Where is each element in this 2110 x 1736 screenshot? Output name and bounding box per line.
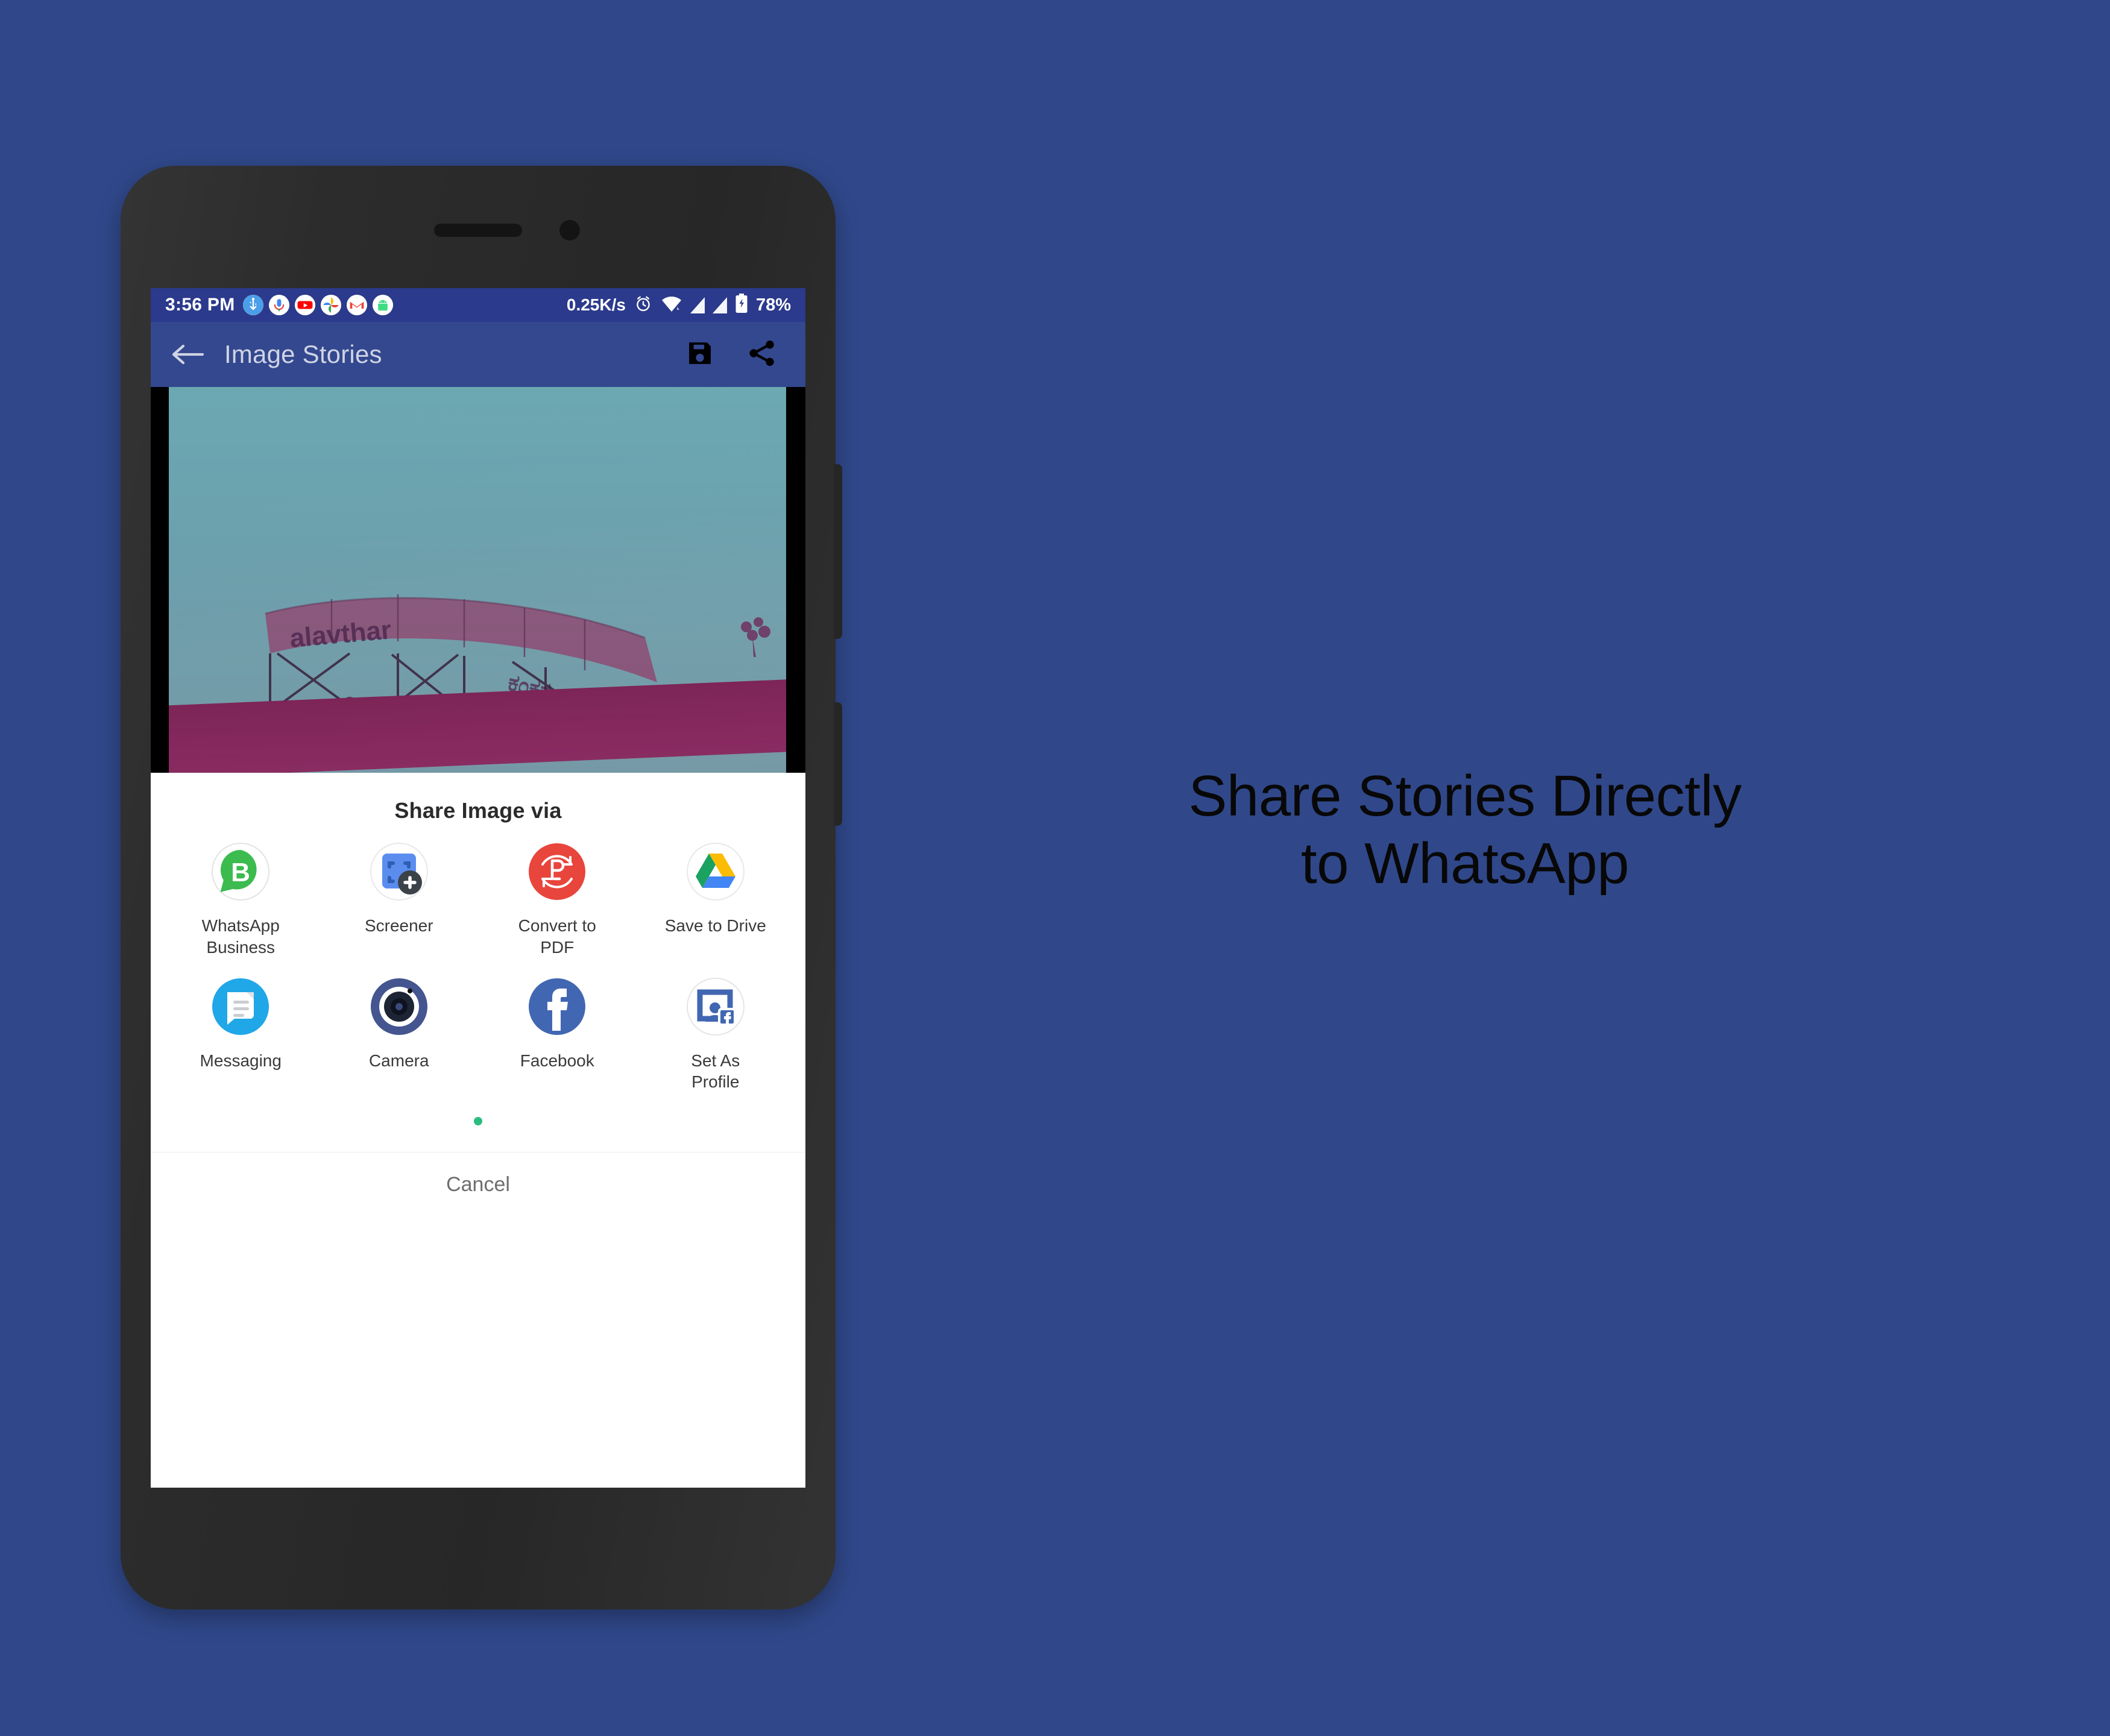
share-target-whatsapp-business[interactable]: B WhatsApp Business: [162, 840, 320, 958]
back-arrow-icon[interactable]: [169, 336, 206, 373]
youtube-icon: [295, 295, 316, 315]
earpiece-speaker: [434, 224, 522, 237]
battery-charging-icon: [735, 293, 748, 317]
status-notification-icons: [243, 295, 394, 315]
usb-icon: [243, 295, 264, 315]
app-bar: Image Stories: [151, 322, 805, 387]
share-target-label: Camera: [368, 1051, 429, 1070]
facebook-icon: [526, 975, 588, 1038]
status-time: 3:56 PM: [165, 295, 235, 315]
marketing-headline-line-1: Share Stories Directly: [1188, 764, 1742, 828]
page-dot-active[interactable]: [474, 1117, 482, 1126]
app-bar-actions: [685, 338, 787, 372]
camera-icon: [368, 975, 430, 1038]
save-floppy-icon[interactable]: [685, 338, 715, 371]
share-target-label: Convert to PDF: [518, 916, 596, 957]
set-as-profile-icon: [684, 975, 747, 1038]
share-target-facebook[interactable]: Facebook: [478, 975, 637, 1093]
share-target-set-as-profile[interactable]: Set As Profile: [637, 975, 795, 1093]
marketing-headline: Share Stories Directly to WhatsApp: [1061, 763, 1869, 898]
alarm-icon: [634, 294, 653, 316]
power-button[interactable]: [834, 702, 842, 826]
share-target-label: Messaging: [200, 1051, 282, 1070]
preview-image: alavthar ಕಂಕಕ: [169, 387, 786, 773]
phone-screen: 3:56 PM 0.25K/s 78% Image Stories Share …: [151, 288, 805, 1488]
share-target-screener[interactable]: Screener: [320, 840, 479, 958]
google-assistant-mic-icon: [269, 295, 290, 315]
screenshot-canvas: 3:56 PM 0.25K/s 78% Image Stories Share …: [0, 0, 2110, 1736]
signal-bars-sim1-icon: [690, 297, 705, 313]
share-target-camera[interactable]: Camera: [320, 975, 479, 1093]
share-sheet: Share Image via B WhatsApp Business Scre…: [151, 773, 805, 1488]
share-target-messaging[interactable]: Messaging: [162, 975, 320, 1093]
battery-percent-label: 78%: [755, 295, 791, 315]
status-bar: 3:56 PM 0.25K/s 78%: [151, 288, 805, 322]
share-target-label: Facebook: [520, 1051, 594, 1070]
page-indicator: [151, 1117, 805, 1126]
photo-duotone-tint: [169, 387, 786, 773]
android-icon: [373, 295, 394, 315]
volume-rocker-button[interactable]: [834, 464, 842, 639]
phone-mockup: 3:56 PM 0.25K/s 78% Image Stories Share …: [121, 166, 842, 1609]
gmail-icon: [347, 295, 368, 315]
share-nodes-icon[interactable]: [746, 338, 778, 372]
share-target-save-to-drive[interactable]: Save to Drive: [637, 840, 795, 958]
share-sheet-title: Share Image via: [394, 798, 562, 823]
share-target-label: WhatsApp Business: [201, 916, 280, 957]
google-photos-icon: [321, 295, 342, 315]
cancel-button[interactable]: Cancel: [151, 1153, 805, 1197]
google-drive-icon: [684, 840, 747, 903]
wifi-icon: [661, 295, 682, 316]
status-right-icons: 0.25K/s 78%: [566, 293, 791, 317]
whatsapp-business-icon: B: [209, 840, 272, 903]
front-camera-icon: [559, 220, 580, 241]
messaging-icon: [209, 975, 272, 1038]
photo-preview[interactable]: alavthar ಕಂಕಕ: [151, 387, 805, 773]
share-row: B WhatsApp Business Screener Convert to …: [151, 840, 805, 958]
share-target-convert-to-pdf[interactable]: Convert to PDF: [478, 840, 637, 958]
screener-icon: [368, 840, 430, 903]
share-target-label: Screener: [364, 916, 433, 935]
network-speed-label: 0.25K/s: [566, 295, 626, 314]
signal-bars-sim2-icon: [712, 297, 727, 313]
svg-text:B: B: [231, 858, 250, 887]
share-target-label: Set As Profile: [691, 1051, 740, 1092]
share-target-label: Save to Drive: [664, 916, 766, 935]
page-title: Image Stories: [224, 340, 382, 368]
marketing-headline-line-2: to WhatsApp: [1300, 831, 1630, 896]
share-row: Messaging Camera Facebook Set As Profile: [151, 975, 805, 1093]
convert-to-pdf-icon: [526, 840, 588, 903]
